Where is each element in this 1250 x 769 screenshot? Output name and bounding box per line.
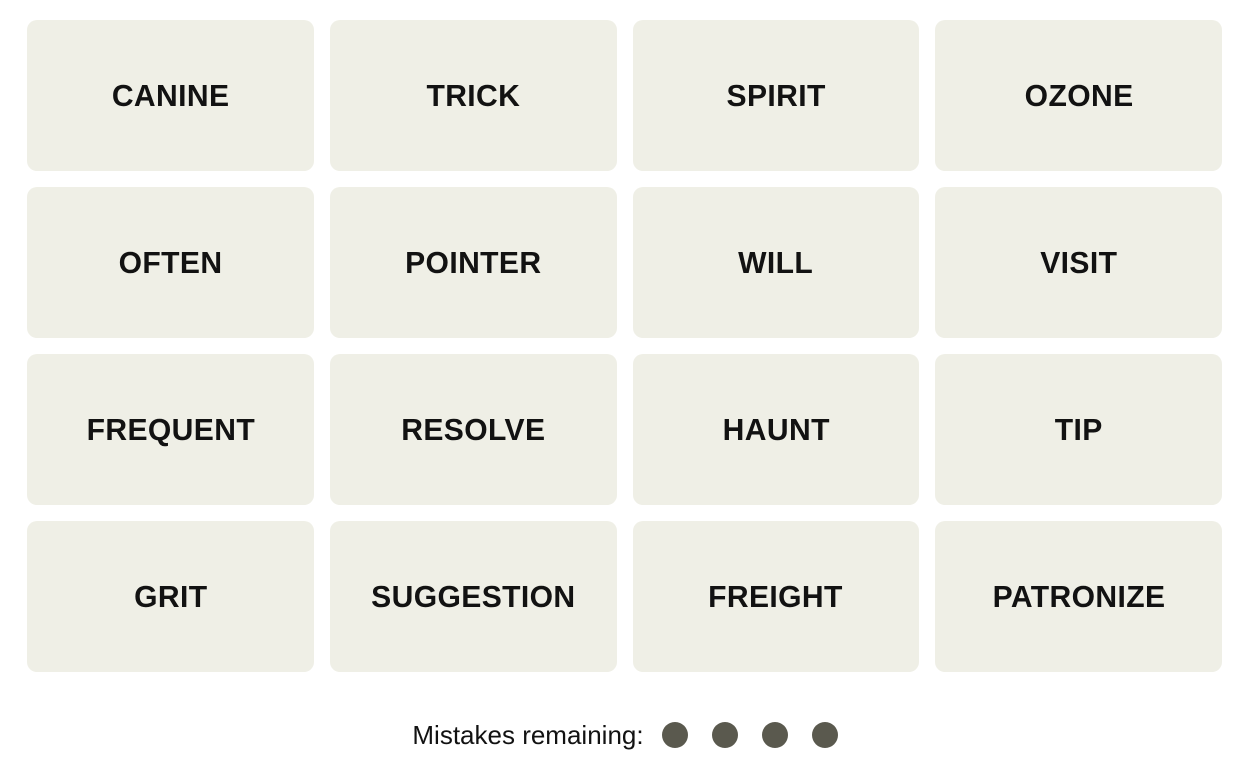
word-tile[interactable]: HAUNT bbox=[632, 354, 920, 505]
word-tile-label: GRIT bbox=[133, 579, 208, 614]
word-tile-label: OZONE bbox=[1024, 78, 1134, 113]
connections-game-board: CANINE TRICK SPIRIT OZONE OFTEN POINTER WILL VI… bbox=[0, 0, 1250, 769]
word-tile[interactable]: OFTEN bbox=[27, 187, 314, 338]
word-tile[interactable]: VISIT bbox=[935, 187, 1222, 338]
word-tile-label: TRICK bbox=[426, 78, 521, 113]
word-grid: CANINE TRICK SPIRIT OZONE OFTEN POINTER WILL VI… bbox=[27, 20, 1222, 672]
mistakes-remaining-label: Mistakes remaining: bbox=[412, 720, 644, 750]
mistake-dot bbox=[711, 722, 738, 748]
word-tile-label: HAUNT bbox=[722, 412, 830, 447]
mistakes-remaining-bar: Mistakes remaining: bbox=[0, 712, 1250, 758]
word-tile[interactable]: TIP bbox=[935, 354, 1222, 505]
word-tile-label: CANINE bbox=[111, 78, 230, 113]
word-tile-label: RESOLVE bbox=[401, 412, 546, 447]
mistake-dot bbox=[761, 722, 788, 748]
word-tile[interactable]: OZONE bbox=[935, 20, 1222, 171]
word-tile-label: VISIT bbox=[1040, 245, 1118, 280]
word-tile-label: PATRONIZE bbox=[992, 579, 1166, 614]
mistakes-dot-group bbox=[661, 722, 838, 748]
mistake-dot bbox=[661, 722, 688, 748]
word-tile[interactable]: CANINE bbox=[27, 20, 314, 171]
word-tile[interactable]: PATRONIZE bbox=[935, 521, 1222, 672]
word-tile-label: OFTEN bbox=[118, 245, 223, 280]
word-tile[interactable]: FREIGHT bbox=[632, 521, 920, 672]
word-tile-label: FREIGHT bbox=[708, 579, 844, 614]
word-tile-label: WILL bbox=[738, 245, 814, 280]
word-tile[interactable]: SUGGESTION bbox=[329, 521, 617, 672]
word-tile-label: POINTER bbox=[404, 245, 542, 280]
mistake-dot bbox=[811, 722, 838, 748]
word-tile-label: FREQUENT bbox=[86, 412, 255, 447]
word-tile[interactable]: POINTER bbox=[329, 187, 617, 338]
word-tile[interactable]: RESOLVE bbox=[329, 354, 617, 505]
word-tile[interactable]: FREQUENT bbox=[27, 354, 314, 505]
word-tile-label: SUGGESTION bbox=[370, 579, 576, 614]
word-tile-label: SPIRIT bbox=[726, 78, 826, 113]
word-tile[interactable]: SPIRIT bbox=[632, 20, 920, 171]
word-tile[interactable]: WILL bbox=[632, 187, 920, 338]
word-tile[interactable]: TRICK bbox=[329, 20, 617, 171]
word-tile[interactable]: GRIT bbox=[27, 521, 314, 672]
word-tile-label: TIP bbox=[1054, 412, 1103, 447]
